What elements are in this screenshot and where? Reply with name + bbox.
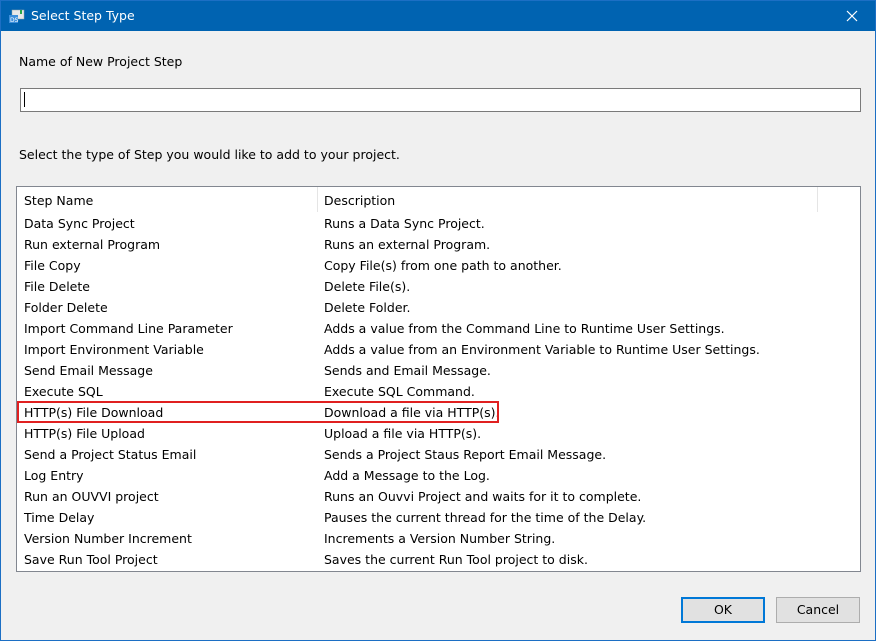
- step-name-cell: HTTP(s) File Download: [24, 405, 164, 420]
- step-description-cell: Delete Folder.: [324, 300, 411, 315]
- ok-button[interactable]: OK: [681, 597, 765, 623]
- list-item[interactable]: Send a Project Status Email Sends a Proje…: [17, 444, 860, 465]
- column-header-step-name[interactable]: Step Name: [17, 187, 318, 212]
- step-name-cell: Run an OUVVI project: [24, 489, 159, 504]
- list-rows: Data Sync Project Runs a Data Sync Projec…: [17, 213, 860, 570]
- step-description-cell: Execute SQL Command.: [324, 384, 475, 399]
- list-item[interactable]: Folder Delete Delete Folder.: [17, 297, 860, 318]
- step-description-cell: Saves the current Run Tool project to di…: [324, 552, 588, 567]
- step-name-input[interactable]: [20, 88, 861, 112]
- step-name-cell: Folder Delete: [24, 300, 108, 315]
- list-item[interactable]: Log Entry Add a Message to the Log.: [17, 465, 860, 486]
- list-item[interactable]: HTTP(s) File Upload Upload a file via HTT…: [17, 423, 860, 444]
- list-item[interactable]: File Copy Copy File(s) from one path to a…: [17, 255, 860, 276]
- step-name-cell: File Copy: [24, 258, 81, 273]
- step-name-cell: Send a Project Status Email: [24, 447, 197, 462]
- list-item[interactable]: Run an OUVVI project Runs an Ouvvi Projec…: [17, 486, 860, 507]
- list-item[interactable]: Data Sync Project Runs a Data Sync Projec…: [17, 213, 860, 234]
- step-name-cell: Send Email Message: [24, 363, 153, 378]
- step-description-cell: Runs an Ouvvi Project and waits for it t…: [324, 489, 642, 504]
- close-icon: [846, 10, 858, 22]
- step-description-cell: Adds a value from the Command Line to Ru…: [324, 321, 725, 336]
- step-description-cell: Runs an external Program.: [324, 237, 491, 252]
- window-title: Select Step Type: [31, 8, 135, 23]
- step-name-cell: Version Number Increment: [24, 531, 192, 546]
- step-description-cell: Download a file via HTTP(s).: [324, 405, 500, 420]
- list-item[interactable]: Save Run Tool Project Saves the current R…: [17, 549, 860, 570]
- column-header-description[interactable]: Description: [318, 187, 818, 212]
- select-prompt: Select the type of Step you would like t…: [19, 147, 400, 162]
- cancel-button[interactable]: Cancel: [776, 597, 860, 623]
- select-step-type-dialog: DS Select Step Type Name of New Project …: [0, 0, 876, 641]
- text-caret: [24, 92, 25, 107]
- step-description-cell: Sends a Project Staus Report Email Messa…: [324, 447, 607, 462]
- step-description-cell: Sends and Email Message.: [324, 363, 491, 378]
- list-item[interactable]: Version Number Increment Increments a Ver…: [17, 528, 860, 549]
- step-name-label: Name of New Project Step: [19, 54, 183, 69]
- app-icon: DS: [9, 9, 25, 24]
- step-name-cell: Data Sync Project: [24, 216, 135, 231]
- list-item[interactable]: HTTP(s) File Download Download a file via…: [17, 402, 860, 423]
- list-item[interactable]: Run external Program Runs an external Pro…: [17, 234, 860, 255]
- list-item[interactable]: Execute SQL Execute SQL Command.: [17, 381, 860, 402]
- step-description-cell: Add a Message to the Log.: [324, 468, 490, 483]
- list-item[interactable]: Time Delay Pauses the current thread for …: [17, 507, 860, 528]
- step-description-cell: Delete File(s).: [324, 279, 411, 294]
- step-name-cell: Save Run Tool Project: [24, 552, 158, 567]
- list-item[interactable]: Send Email Message Sends and Email Messag…: [17, 360, 860, 381]
- list-item[interactable]: File Delete Delete File(s).: [17, 276, 860, 297]
- close-button[interactable]: [829, 1, 875, 31]
- step-name-cell: Time Delay: [24, 510, 95, 525]
- svg-text:DS: DS: [10, 17, 19, 23]
- step-name-cell: HTTP(s) File Upload: [24, 426, 145, 441]
- list-item[interactable]: Import Environment Variable Adds a value …: [17, 339, 860, 360]
- step-name-cell: File Delete: [24, 279, 90, 294]
- step-name-cell: Run external Program: [24, 237, 161, 252]
- step-name-cell: Import Command Line Parameter: [24, 321, 233, 336]
- step-type-list[interactable]: Step Name Description Data Sync Project R…: [16, 186, 861, 572]
- list-header: Step Name Description: [17, 187, 860, 213]
- step-description-cell: Pauses the current thread for the time o…: [324, 510, 647, 525]
- step-description-cell: Copy File(s) from one path to another.: [324, 258, 562, 273]
- list-item[interactable]: Import Command Line Parameter Adds a valu…: [17, 318, 860, 339]
- step-description-cell: Upload a file via HTTP(s).: [324, 426, 482, 441]
- step-name-cell: Execute SQL: [24, 384, 103, 399]
- step-name-cell: Log Entry: [24, 468, 84, 483]
- step-description-cell: Increments a Version Number String.: [324, 531, 556, 546]
- title-bar: DS Select Step Type: [1, 1, 875, 31]
- step-description-cell: Adds a value from an Environment Variabl…: [324, 342, 760, 357]
- step-name-cell: Import Environment Variable: [24, 342, 204, 357]
- step-description-cell: Runs a Data Sync Project.: [324, 216, 485, 231]
